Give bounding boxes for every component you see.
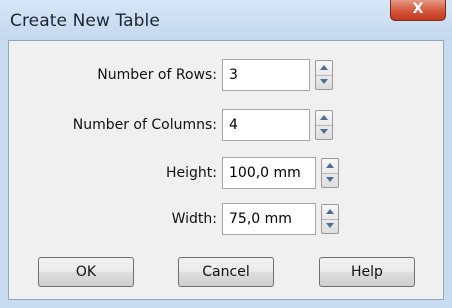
rows-spin-down[interactable] bbox=[316, 75, 332, 89]
arrow-up-icon bbox=[320, 115, 328, 120]
columns-spin-up[interactable] bbox=[316, 111, 332, 126]
columns-label: Number of Columns: bbox=[72, 117, 217, 133]
height-spin-up[interactable] bbox=[322, 159, 338, 174]
arrow-up-icon bbox=[326, 209, 334, 214]
title-bar: Create New Table X bbox=[0, 0, 452, 40]
arrow-down-icon bbox=[320, 79, 328, 84]
cancel-button[interactable]: Cancel bbox=[178, 257, 274, 287]
window-title: Create New Table bbox=[10, 11, 160, 31]
arrow-up-icon bbox=[326, 163, 334, 168]
ok-button[interactable]: OK bbox=[38, 257, 134, 287]
rows-label: Number of Rows: bbox=[97, 67, 217, 83]
width-spinner[interactable] bbox=[321, 204, 339, 234]
columns-input[interactable]: 4 bbox=[222, 109, 310, 141]
height-label: Height: bbox=[166, 165, 217, 181]
rows-spinner[interactable] bbox=[315, 60, 333, 90]
height-spin-down[interactable] bbox=[322, 173, 338, 187]
arrow-up-icon bbox=[320, 65, 328, 70]
columns-spinner[interactable] bbox=[315, 110, 333, 140]
close-icon: X bbox=[412, 1, 424, 17]
width-spin-up[interactable] bbox=[322, 205, 338, 220]
columns-spin-down[interactable] bbox=[316, 125, 332, 139]
help-button[interactable]: Help bbox=[319, 257, 415, 287]
arrow-down-icon bbox=[326, 177, 334, 182]
close-button[interactable]: X bbox=[390, 0, 446, 21]
width-spin-down[interactable] bbox=[322, 219, 338, 233]
rows-spin-up[interactable] bbox=[316, 61, 332, 76]
arrow-down-icon bbox=[320, 129, 328, 134]
rows-input[interactable]: 3 bbox=[222, 59, 310, 91]
height-spinner[interactable] bbox=[321, 158, 339, 188]
width-input[interactable]: 75,0 mm bbox=[222, 203, 316, 235]
dialog-content: Number of Rows: 3 Number of Columns: 4 H… bbox=[8, 40, 444, 300]
height-input[interactable]: 100,0 mm bbox=[222, 157, 316, 189]
arrow-down-icon bbox=[326, 223, 334, 228]
width-label: Width: bbox=[171, 211, 217, 227]
